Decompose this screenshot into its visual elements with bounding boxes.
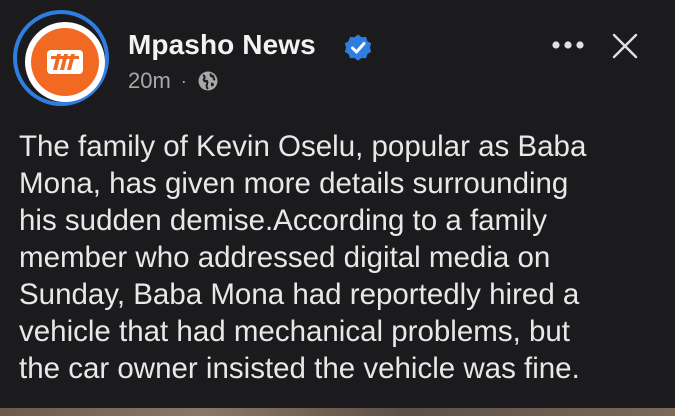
post-text-line: Sunday, Baba Mona had reportedly hired a (19, 278, 580, 311)
page-avatar[interactable] (13, 10, 109, 106)
mpasho-logo-icon (31, 28, 99, 96)
image-preview-edge (0, 408, 675, 416)
post-text-line: The family of Kevin Oselu, popular as Ba… (19, 130, 587, 163)
post-meta: 20m · (128, 68, 219, 94)
close-icon[interactable] (609, 30, 641, 62)
globe-icon (198, 71, 218, 91)
verified-badge-icon (344, 34, 372, 61)
more-options-icon[interactable] (548, 30, 588, 60)
post-text-line: the car owner insisted the vehicle was f… (19, 352, 580, 385)
page-name[interactable]: Mpasho News (128, 29, 316, 61)
post-text-line: his sudden demise.According to a family (19, 204, 547, 237)
post-text-line: member who addressed digital media on (19, 241, 551, 274)
post-text-line: Mona, has given more details surrounding (19, 167, 569, 200)
post-timestamp[interactable]: 20m (128, 68, 171, 94)
post-text: The family of Kevin Oselu, popular as Ba… (19, 128, 659, 387)
meta-separator: · (180, 70, 187, 91)
post-text-line: vehicle that had mechanical problems, bu… (19, 315, 570, 348)
post-card: Mpasho News 20m · The family of Kevin Os… (0, 0, 675, 416)
